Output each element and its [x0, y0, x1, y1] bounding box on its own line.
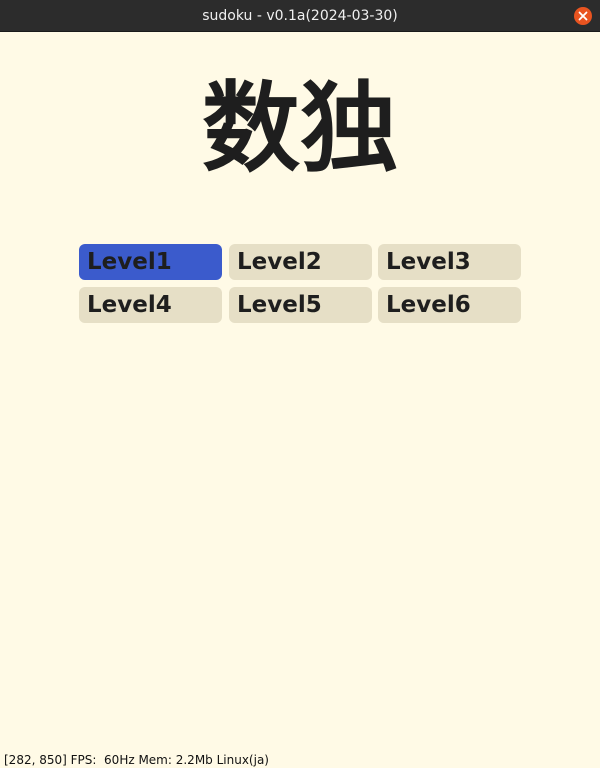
level-button-2[interactable]: Level2 — [229, 244, 372, 280]
close-icon — [578, 11, 588, 21]
status-bar: [282, 850] FPS: 60Hz Mem: 2.2Mb Linux(ja… — [4, 753, 269, 767]
level-button-5[interactable]: Level5 — [229, 287, 372, 323]
window-title: sudoku - v0.1a(2024-03-30) — [202, 8, 398, 24]
game-title: 数独 — [201, 72, 398, 186]
title-bar[interactable]: sudoku - v0.1a(2024-03-30) — [0, 0, 600, 32]
level-button-1[interactable]: Level1 — [79, 244, 222, 280]
close-button[interactable] — [574, 7, 592, 25]
level-button-3[interactable]: Level3 — [378, 244, 521, 280]
level-button-4[interactable]: Level4 — [79, 287, 222, 323]
app-window: sudoku - v0.1a(2024-03-30) 数独 Level1 Lev… — [0, 0, 600, 768]
level-button-6[interactable]: Level6 — [378, 287, 521, 323]
main-content: 数独 Level1 Level2 Level3 Level4 Level5 Le… — [0, 32, 600, 768]
